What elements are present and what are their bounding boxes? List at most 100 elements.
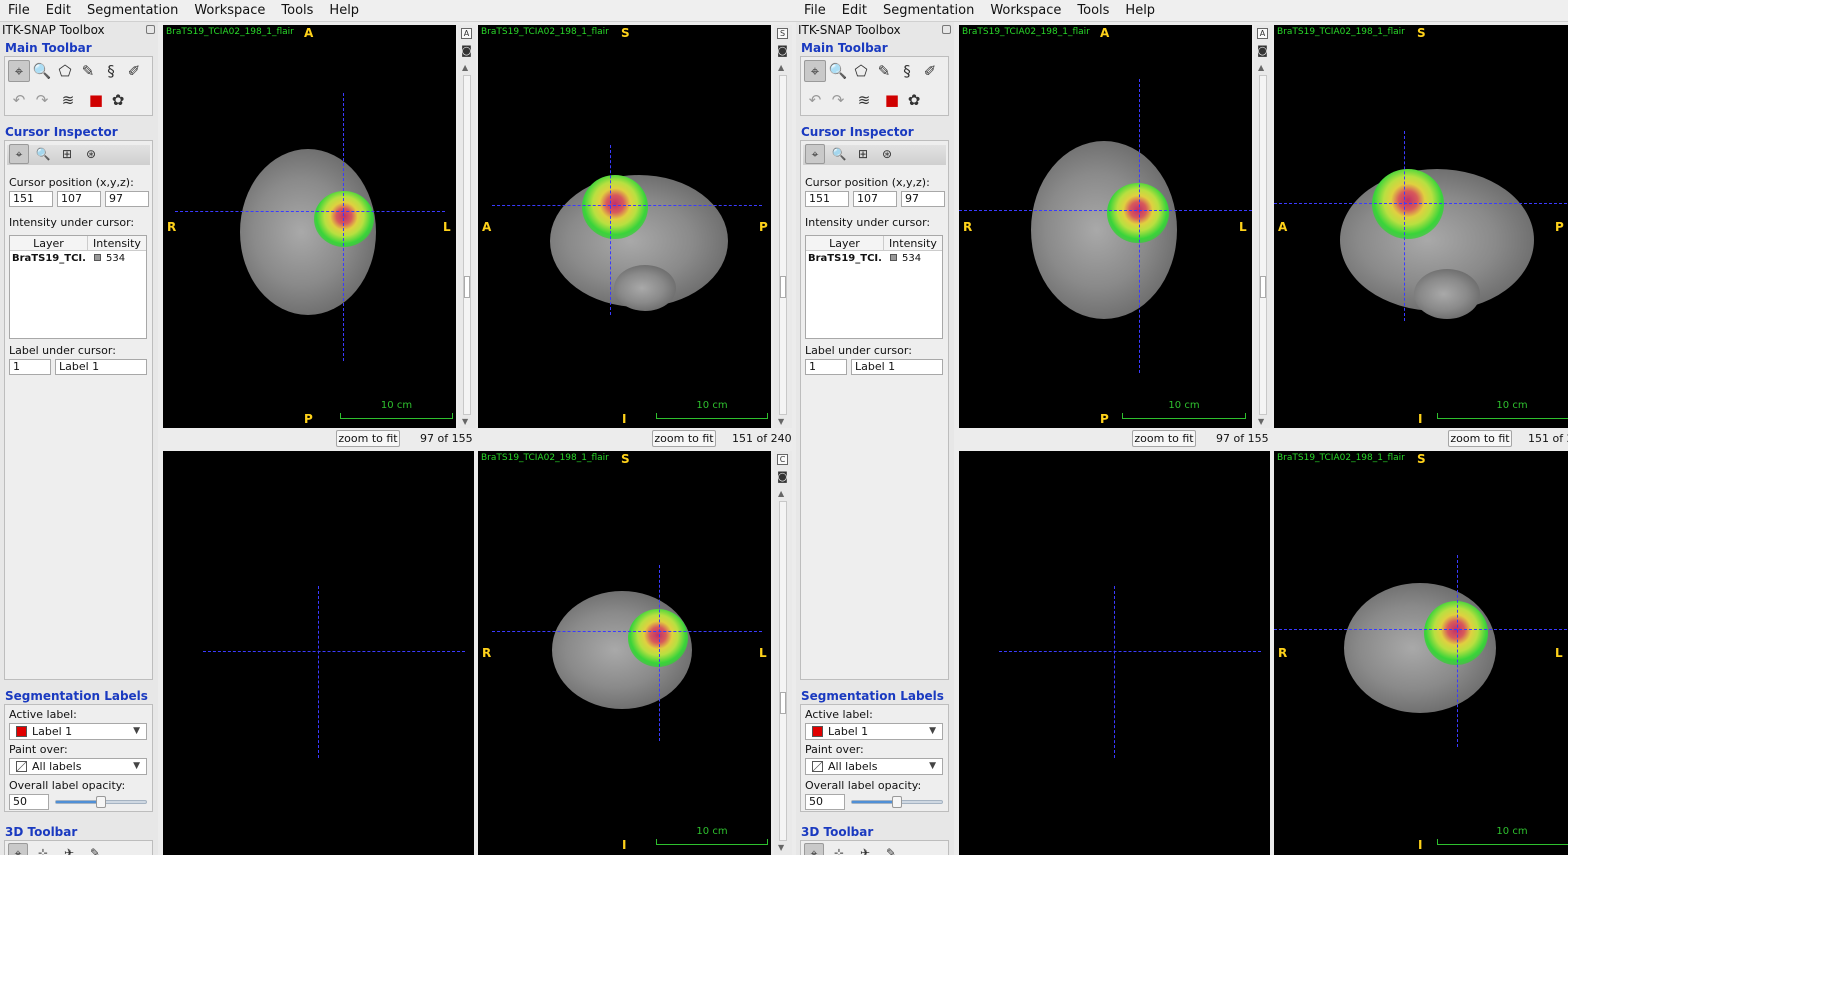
label-id-field[interactable]: 1	[805, 359, 847, 375]
3d-crosshair-icon[interactable]: ⌖	[804, 843, 824, 855]
paintbrush-tool-icon[interactable]: ✎	[873, 60, 895, 82]
layers-icon[interactable]: ≋	[853, 89, 875, 111]
axial-slice-scrollbar[interactable]	[463, 75, 471, 415]
zoom-tool-icon[interactable]: 🔍	[31, 60, 53, 82]
inspector-zoom-icon[interactable]: 🔍	[829, 144, 849, 164]
menu-workspace[interactable]: Workspace	[186, 0, 273, 22]
inspector-grid-icon[interactable]: ⊞	[57, 144, 77, 164]
annotation-tool-icon[interactable]: ✐	[919, 60, 941, 82]
zoom-tool-icon[interactable]: 🔍	[827, 60, 849, 82]
active-label-combo[interactable]: Label 1 ▼	[9, 723, 147, 740]
opacity-slider-knob[interactable]	[892, 796, 902, 808]
menu-tools[interactable]: Tools	[273, 0, 321, 22]
label-color-icon[interactable]: ■	[881, 89, 903, 111]
cursor-x-field[interactable]: 151	[9, 191, 53, 207]
layer-cell[interactable]: BraTS19_TCI...	[808, 251, 882, 266]
annotation-tool-icon[interactable]: ✐	[123, 60, 145, 82]
cursor-y-field[interactable]: 107	[57, 191, 101, 207]
menu-file[interactable]: File	[796, 0, 834, 22]
layout-toggle-icon[interactable]: C	[777, 454, 788, 465]
scroll-down-icon[interactable]: ▼	[778, 417, 784, 426]
menu-segmentation[interactable]: Segmentation	[79, 0, 186, 22]
3d-scalpel-icon[interactable]: ⊹	[33, 843, 53, 855]
3d-view[interactable]	[163, 451, 474, 855]
paint-over-combo[interactable]: All labels ▼	[9, 758, 147, 775]
menu-edit[interactable]: Edit	[38, 0, 79, 22]
axial-view[interactable]: BraTS19_TCIA02_198_1_flair A R L P 10 cm	[163, 25, 456, 428]
menu-tools[interactable]: Tools	[1069, 0, 1117, 22]
palette-icon[interactable]: ✿	[107, 89, 129, 111]
paintbrush-tool-icon[interactable]: ✎	[77, 60, 99, 82]
sagittal-zoom-to-fit-button[interactable]: zoom to fit	[652, 430, 716, 447]
3d-spray-icon[interactable]: ✈	[59, 843, 79, 855]
sagittal-view[interactable]: BraTS19_TCIA02_198_1_flair S A P I 10 cm	[478, 25, 771, 428]
3d-brush-icon[interactable]: ✎	[85, 843, 105, 855]
scroll-up-icon[interactable]: ▲	[462, 63, 468, 72]
axial-zoom-to-fit-button[interactable]: zoom to fit	[1132, 430, 1196, 447]
menu-help[interactable]: Help	[1117, 0, 1163, 22]
inspector-zoom-icon[interactable]: 🔍	[33, 144, 53, 164]
redo-icon[interactable]: ↷	[827, 89, 849, 111]
3d-brush-icon[interactable]: ✎	[881, 843, 901, 855]
cursor-z-field[interactable]: 97	[105, 191, 149, 207]
crosshair-tool-icon[interactable]: ⌖	[8, 60, 30, 82]
polygon-tool-icon[interactable]: ⬠	[54, 60, 76, 82]
label-id-field[interactable]: 1	[9, 359, 51, 375]
menu-help[interactable]: Help	[321, 0, 367, 22]
opacity-field[interactable]: 50	[9, 794, 49, 810]
camera-icon[interactable]: ◙	[461, 45, 472, 57]
active-label-combo[interactable]: Label 1 ▼	[805, 723, 943, 740]
menu-edit[interactable]: Edit	[834, 0, 875, 22]
snake-tool-icon[interactable]: §	[100, 60, 122, 82]
coronal-view[interactable]: BraTS19_TCIA02_198_1_flair S R L I 10 cm	[478, 451, 771, 855]
cursor-x-field[interactable]: 151	[805, 191, 849, 207]
axial-scroll-thumb[interactable]	[1260, 276, 1266, 298]
opacity-slider[interactable]	[851, 796, 943, 808]
scroll-down-icon[interactable]: ▼	[778, 843, 784, 852]
axial-slice-scrollbar[interactable]	[1259, 75, 1267, 415]
cursor-y-field[interactable]: 107	[853, 191, 897, 207]
scroll-down-icon[interactable]: ▼	[462, 417, 468, 426]
3d-view[interactable]	[959, 451, 1270, 855]
menu-segmentation[interactable]: Segmentation	[875, 0, 982, 22]
layout-toggle-icon[interactable]: A	[1257, 28, 1268, 39]
coronal-slice-scrollbar[interactable]	[779, 501, 787, 841]
scroll-up-icon[interactable]: ▲	[778, 63, 784, 72]
paint-over-combo[interactable]: All labels ▼	[805, 758, 943, 775]
menu-workspace[interactable]: Workspace	[982, 0, 1069, 22]
scroll-down-icon[interactable]: ▼	[1258, 417, 1264, 426]
cursor-z-field[interactable]: 97	[901, 191, 945, 207]
palette-icon[interactable]: ✿	[903, 89, 925, 111]
toolbox-float-icon[interactable]	[942, 25, 951, 34]
redo-icon[interactable]: ↷	[31, 89, 53, 111]
inspector-sync-icon[interactable]: ⊛	[877, 144, 897, 164]
axial-scroll-thumb[interactable]	[464, 276, 470, 298]
3d-scalpel-icon[interactable]: ⊹	[829, 843, 849, 855]
opacity-field[interactable]: 50	[805, 794, 845, 810]
sagittal-view[interactable]: BraTS19_TCIA02_198_1_flair S A P I 10 cm	[1274, 25, 1568, 428]
camera-icon[interactable]: ◙	[1257, 45, 1268, 57]
opacity-slider[interactable]	[55, 796, 147, 808]
axial-zoom-to-fit-button[interactable]: zoom to fit	[336, 430, 400, 447]
camera-icon[interactable]: ◙	[777, 471, 788, 483]
layers-icon[interactable]: ≋	[57, 89, 79, 111]
axial-view[interactable]: BraTS19_TCIA02_198_1_flair A R L P 10 cm	[959, 25, 1252, 428]
menu-file[interactable]: File	[0, 0, 38, 22]
label-color-icon[interactable]: ■	[85, 89, 107, 111]
undo-icon[interactable]: ↶	[804, 89, 826, 111]
layout-toggle-icon[interactable]: A	[461, 28, 472, 39]
label-name-field[interactable]: Label 1	[55, 359, 147, 375]
inspector-crosshair-icon[interactable]: ⌖	[9, 144, 29, 164]
sagittal-slice-scrollbar[interactable]	[779, 75, 787, 415]
inspector-grid-icon[interactable]: ⊞	[853, 144, 873, 164]
camera-icon[interactable]: ◙	[777, 45, 788, 57]
layer-cell[interactable]: BraTS19_TCI...	[12, 251, 86, 266]
toolbox-float-icon[interactable]	[146, 25, 155, 34]
sagittal-scroll-thumb[interactable]	[780, 276, 786, 298]
label-name-field[interactable]: Label 1	[851, 359, 943, 375]
inspector-sync-icon[interactable]: ⊛	[81, 144, 101, 164]
polygon-tool-icon[interactable]: ⬠	[850, 60, 872, 82]
scroll-up-icon[interactable]: ▲	[1258, 63, 1264, 72]
coronal-scroll-thumb[interactable]	[780, 692, 786, 714]
3d-crosshair-icon[interactable]: ⌖	[8, 843, 28, 855]
